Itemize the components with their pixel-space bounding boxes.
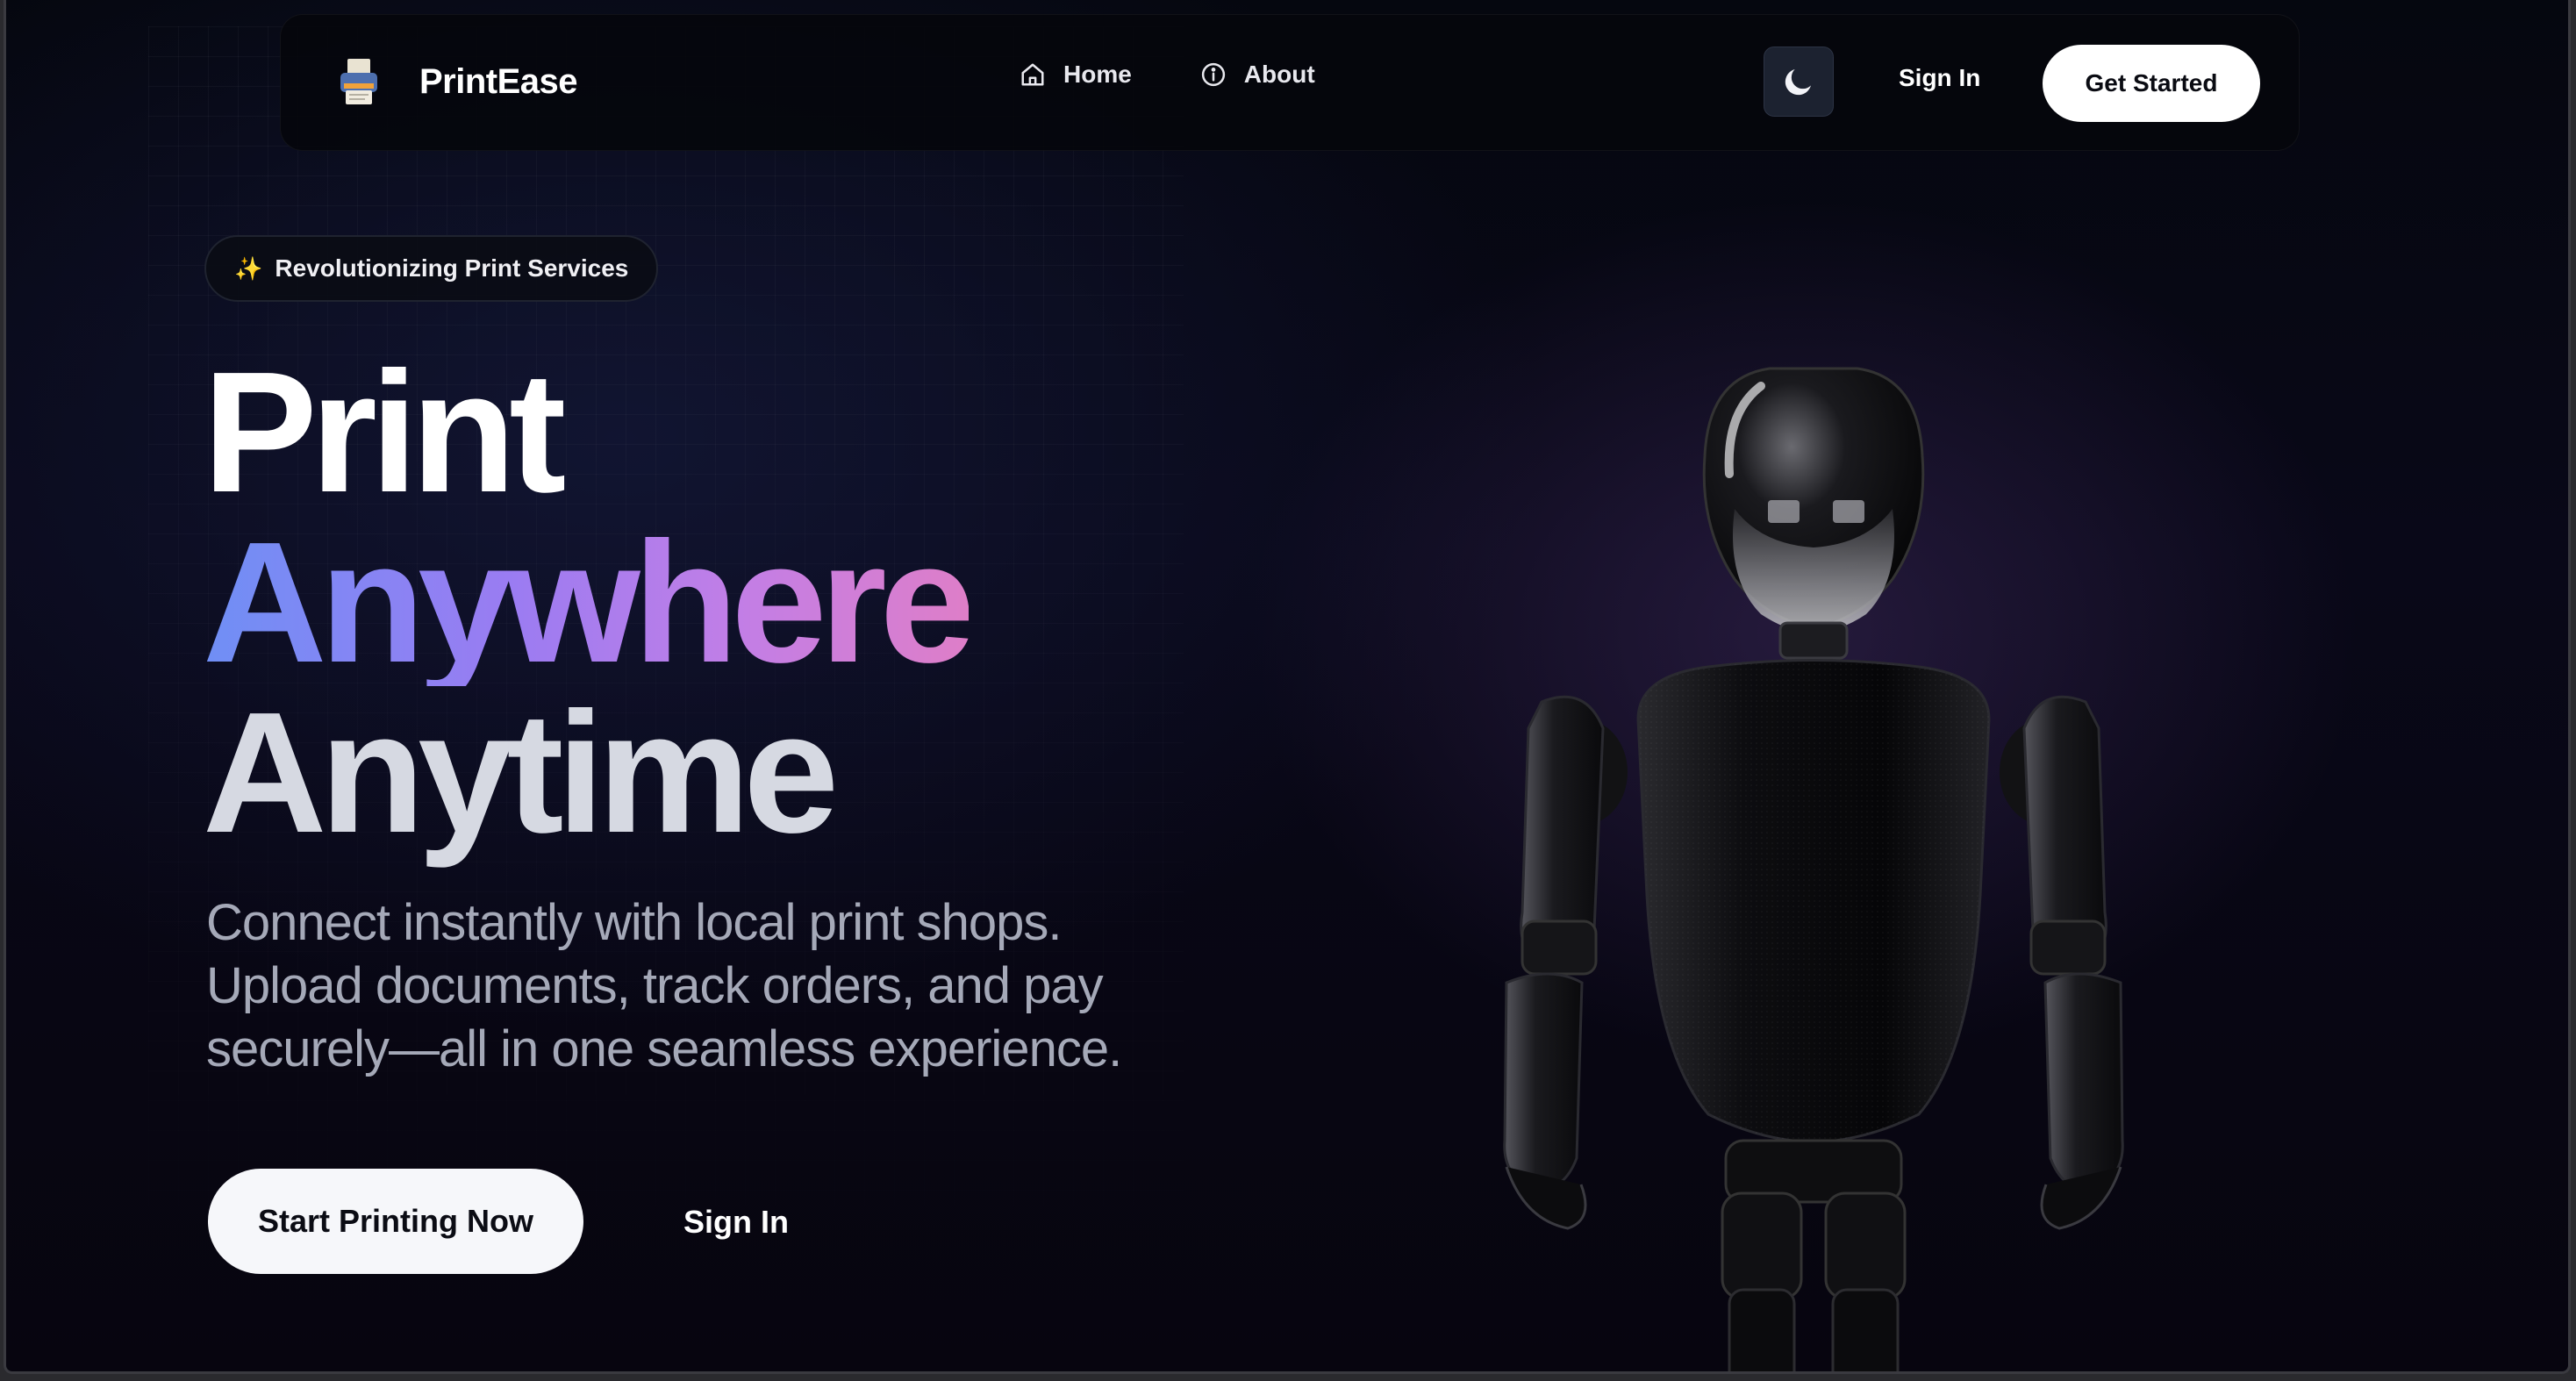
home-icon [1021, 63, 1044, 86]
brand-logo[interactable]: PrintEase [337, 57, 578, 106]
hero-title-line-1: Print [203, 336, 566, 528]
start-printing-button[interactable]: Start Printing Now [208, 1169, 583, 1274]
hero-title-line-3: Anytime [203, 676, 839, 869]
nav-link-home-label: Home [1063, 61, 1132, 88]
hero-sign-in-link[interactable]: Sign In [683, 1204, 789, 1241]
moon-icon [1785, 69, 1811, 96]
hero-badge: ✨ Revolutionizing Print Services [204, 235, 659, 302]
sparkles-icon: ✨ [234, 254, 263, 282]
printer-icon [337, 57, 381, 106]
nav-link-about-label: About [1243, 61, 1315, 88]
nav-link-about[interactable]: About [1200, 61, 1315, 89]
browser-viewport: PrintEase Home About Sign In Get Started… [4, 0, 2571, 1374]
info-icon [1201, 62, 1225, 87]
get-started-button[interactable]: Get Started [2043, 45, 2260, 122]
theme-toggle-button[interactable] [1764, 47, 1834, 117]
hero-description: Connect instantly with local print shops… [206, 894, 1122, 1077]
hero-title-line-2: Anywhere [203, 506, 976, 698]
hero-badge-label: Revolutionizing Print Services [275, 254, 629, 282]
navbar: PrintEase Home About Sign In Get Started [280, 14, 2300, 151]
brand-name: PrintEase [419, 61, 578, 101]
nav-link-home[interactable]: Home [1020, 61, 1132, 89]
robot-illustration [1503, 367, 2124, 1371]
nav-links: Home About [1020, 61, 1315, 89]
nav-sign-in-link[interactable]: Sign In [1899, 64, 1980, 92]
